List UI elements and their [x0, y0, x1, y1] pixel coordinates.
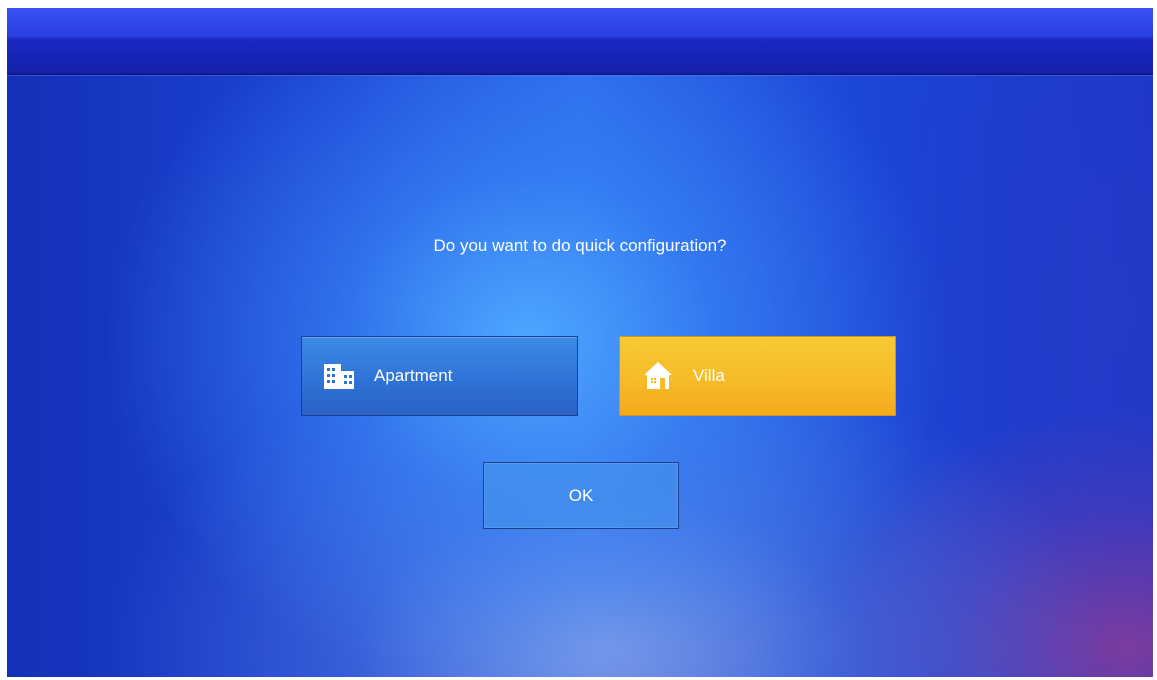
- ok-button[interactable]: OK: [483, 462, 679, 529]
- quick-config-question: Do you want to do quick configuration?: [433, 236, 727, 255]
- apartment-option-button[interactable]: Apartment: [301, 336, 578, 416]
- title-bar: [7, 8, 1153, 75]
- building-icon: [322, 359, 356, 393]
- villa-option-label: Villa: [693, 366, 725, 385]
- villa-option-button[interactable]: Villa: [619, 336, 896, 416]
- apartment-option-label: Apartment: [374, 366, 453, 385]
- house-icon: [641, 359, 675, 393]
- ok-button-label: OK: [568, 485, 594, 505]
- quick-config-screen: Do you want to do quick configuration? A…: [7, 8, 1153, 677]
